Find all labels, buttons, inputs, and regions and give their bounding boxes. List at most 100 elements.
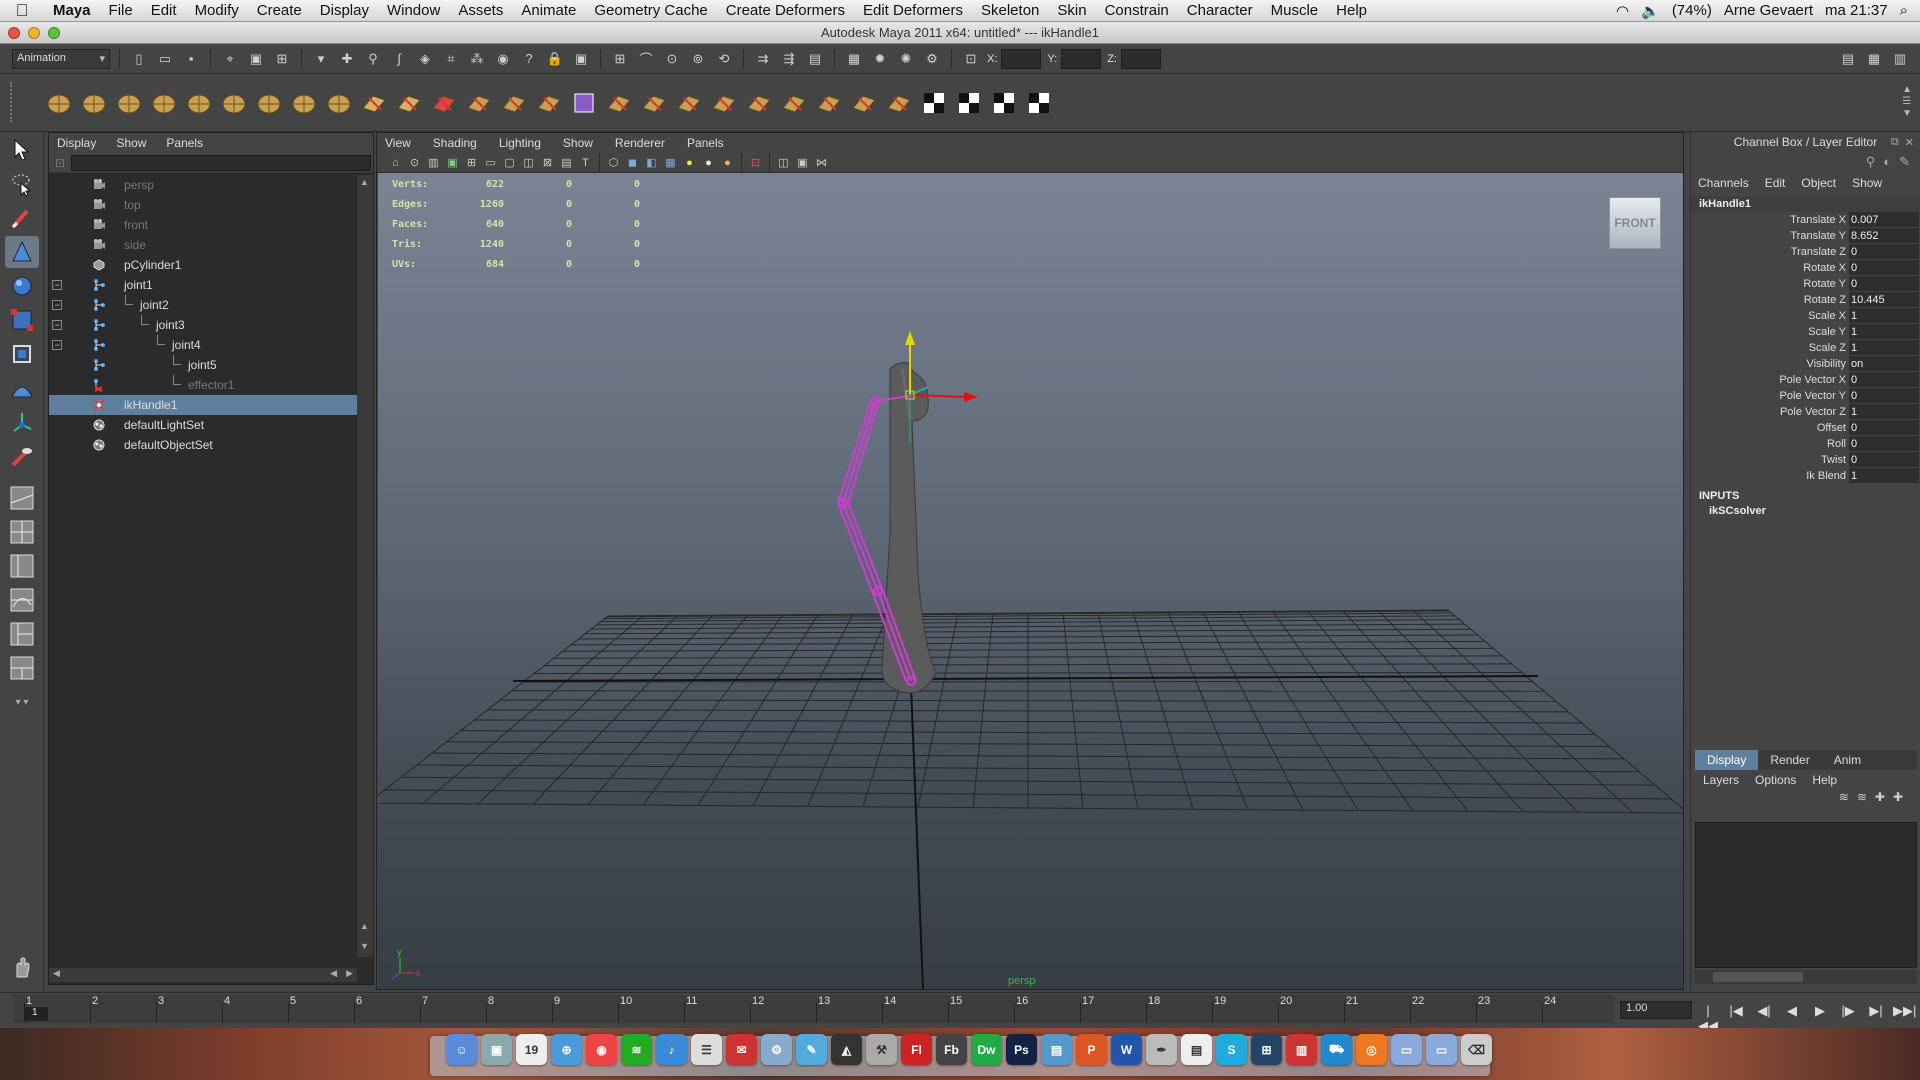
attribute-editor-mode-icon[interactable]: ◐ <box>1883 154 1891 170</box>
append-polygon-icon[interactable] <box>567 86 601 120</box>
channel-value[interactable]: 0 <box>1849 452 1919 467</box>
poly-cylinder-icon[interactable] <box>112 86 146 120</box>
universal-manipulator-icon[interactable] <box>5 338 39 370</box>
x-field[interactable] <box>1001 48 1042 69</box>
calendar-icon[interactable]: 19 <box>516 1034 547 1065</box>
viewport-menu-shading[interactable]: Shading <box>433 136 477 150</box>
mac-menu-create[interactable]: Create <box>248 2 311 19</box>
channel-value[interactable]: 0 <box>1849 276 1919 291</box>
menu-set-select[interactable]: Animation <box>12 48 110 69</box>
poly-sphere-icon[interactable] <box>42 86 76 120</box>
expand-toggle-icon[interactable]: − <box>52 320 62 330</box>
resolution-gate-icon[interactable]: ▢ <box>501 154 518 171</box>
image-plane-icon[interactable]: ▣ <box>444 154 461 171</box>
trash-icon[interactable]: ⌫ <box>1461 1034 1492 1065</box>
create-empty-layer-icon[interactable]: ✚ <box>1875 790 1893 804</box>
unity-icon[interactable]: ◭ <box>831 1034 862 1065</box>
expand-toggle-icon[interactable]: − <box>52 300 62 310</box>
channel-value[interactable]: 0 <box>1849 244 1919 259</box>
field-chart-icon[interactable]: ⊠ <box>539 154 556 171</box>
safe-title-icon[interactable]: T <box>577 154 594 171</box>
tool-settings-toggle-icon[interactable]: ▦ <box>1864 49 1884 69</box>
illustrator-icon[interactable]: ▤ <box>1041 1034 1072 1065</box>
channel-pole-vector-y[interactable]: Pole Vector Y0 <box>1691 388 1920 404</box>
folder-downloads-icon[interactable]: ▭ <box>1426 1034 1457 1065</box>
move-tool-icon[interactable] <box>5 236 39 268</box>
powerpoint-icon[interactable]: P <box>1076 1034 1107 1065</box>
channel-box-menu-object[interactable]: Object <box>1801 176 1836 190</box>
rotate-tool-icon[interactable] <box>5 270 39 302</box>
tab-render[interactable]: Render <box>1758 750 1821 770</box>
user-name[interactable]: Arne Gevaert <box>1724 2 1813 19</box>
poly-torus-icon[interactable] <box>217 86 251 120</box>
outliner-item-front[interactable]: front <box>49 215 357 235</box>
poly-soccer-ball-icon[interactable] <box>322 86 356 120</box>
separate-icon[interactable] <box>392 86 426 120</box>
mac-menu-skeleton[interactable]: Skeleton <box>972 2 1048 19</box>
select-by-hierarchy-icon[interactable]: ⌖ <box>220 49 240 69</box>
textedit-icon[interactable]: ☰ <box>691 1034 722 1065</box>
open-scene-icon[interactable]: ▭ <box>155 49 175 69</box>
channel-value[interactable]: 10.445 <box>1849 292 1919 307</box>
channel-value[interactable]: 1 <box>1849 468 1919 483</box>
mask-menu-icon[interactable]: ▾ <box>311 49 331 69</box>
expand-toggle-icon[interactable]: − <box>52 340 62 350</box>
channel-box-menu-channels[interactable]: Channels <box>1698 176 1749 190</box>
scroll-right-icon[interactable]: ▶ <box>346 968 353 979</box>
mac-menu-animate[interactable]: Animate <box>512 2 585 19</box>
spotlight-icon[interactable]: ⌕ <box>1900 2 1908 19</box>
channel-value[interactable]: 0 <box>1849 420 1919 435</box>
construction-history-icon[interactable]: ▤ <box>805 49 825 69</box>
snap-curve-icon[interactable]: ⌒ <box>636 49 656 69</box>
viewport-menu-show[interactable]: Show <box>563 136 593 150</box>
outliner-item-ikhandle1[interactable]: ikHandle1 <box>49 395 357 415</box>
tab-display[interactable]: Display <box>1695 750 1759 770</box>
tool-icon[interactable]: ⚒ <box>866 1034 897 1065</box>
outliner-item-top[interactable]: top <box>49 195 357 215</box>
outliner-menu-show[interactable]: Show <box>116 136 146 150</box>
mac-menu-assets[interactable]: Assets <box>449 2 512 19</box>
firefox-icon[interactable]: ◎ <box>1356 1034 1387 1065</box>
mac-menu-constrain[interactable]: Constrain <box>1096 2 1178 19</box>
scroll-down-icon[interactable]: ▼ <box>360 941 369 951</box>
outliner-item-effector1[interactable]: effector1 <box>49 375 357 395</box>
checker-uv-icon[interactable] <box>952 86 986 120</box>
mail-icon[interactable]: ✉ <box>726 1034 757 1065</box>
select-curves-icon[interactable]: ∫ <box>389 49 409 69</box>
ik-solver-input[interactable]: ikSCsolver <box>1691 505 1920 517</box>
render-settings-icon[interactable]: ⚙ <box>922 49 942 69</box>
xray-icon[interactable]: ◫ <box>775 154 792 171</box>
channel-rotate-y[interactable]: Rotate Y0 <box>1691 276 1920 292</box>
select-joints-icon[interactable]: ⚲ <box>363 49 383 69</box>
app-menu[interactable]: Maya <box>44 2 100 19</box>
average-vertices-icon[interactable] <box>777 86 811 120</box>
smooth-icon[interactable] <box>427 86 461 120</box>
camera-attributes-icon[interactable]: ⊙ <box>406 154 423 171</box>
select-by-component-icon[interactable]: ⊞ <box>272 49 292 69</box>
outliner-vertical-scrollbar[interactable]: ▲ ▲ ▼ <box>357 175 373 957</box>
extrude-icon[interactable] <box>497 86 531 120</box>
viewport-menu-renderer[interactable]: Renderer <box>615 136 665 150</box>
show-manipulator-tool-icon[interactable] <box>5 406 39 438</box>
channel-value[interactable]: 0 <box>1849 388 1919 403</box>
select-misc-icon[interactable]: ? <box>519 49 539 69</box>
channel-rotate-x[interactable]: Rotate X0 <box>1691 260 1920 276</box>
shelf-grip[interactable] <box>10 82 30 122</box>
four-view-layout-icon[interactable] <box>5 516 39 548</box>
channel-scale-z[interactable]: Scale Z1 <box>1691 340 1920 356</box>
channel-value[interactable]: 0 <box>1849 436 1919 451</box>
channel-box-mode-icon[interactable]: ⚲ <box>1866 154 1876 170</box>
float-panel-icon[interactable]: ⧉ <box>1891 136 1899 149</box>
current-frame-marker[interactable]: 1 <box>24 1007 48 1021</box>
isolate-select-icon[interactable]: ⊡ <box>747 154 764 171</box>
mac-menu-file[interactable]: File <box>100 2 142 19</box>
channel-value[interactable]: 1 <box>1849 340 1919 355</box>
channel-box-object-name[interactable]: ikHandle1 <box>1691 196 1920 212</box>
channel-box-menu-show[interactable]: Show <box>1852 176 1882 190</box>
outliner-search-input[interactable] <box>71 155 371 171</box>
gesture-icon[interactable] <box>5 952 39 984</box>
mac-menu-character[interactable]: Character <box>1178 2 1262 19</box>
scroll-thumb[interactable] <box>1713 972 1803 982</box>
z-input[interactable]: Z: <box>1107 48 1161 69</box>
mac-menu-skin[interactable]: Skin <box>1048 2 1095 19</box>
